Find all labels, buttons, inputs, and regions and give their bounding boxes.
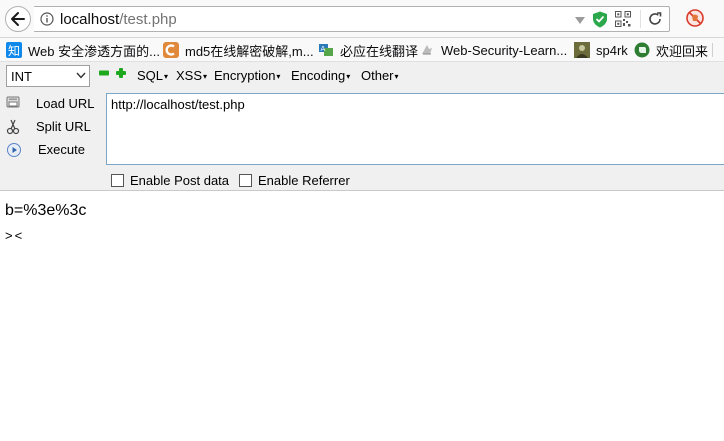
url-host: localhost	[60, 11, 120, 28]
plus-icon[interactable]	[116, 68, 126, 78]
info-icon[interactable]	[40, 12, 54, 26]
bookmark-label: 欢迎回来	[656, 43, 709, 59]
encryption-menu-label: Encryption	[214, 68, 276, 83]
encryption-menu[interactable]: Encryption▾	[214, 68, 280, 83]
other-menu-label: Other	[361, 68, 394, 83]
bookmark-label: Web-Security-Learn...	[441, 42, 568, 58]
md5-site-icon	[163, 42, 179, 58]
sql-menu[interactable]: SQL▾	[137, 68, 168, 83]
int-select-value: INT	[11, 69, 32, 84]
bookmark-web-security[interactable]: 知 Web 安全渗透方面的...	[6, 41, 160, 59]
avatar-icon	[574, 42, 590, 58]
back-button[interactable]	[5, 6, 31, 32]
bookmark-web-security-learning[interactable]: Web-Security-Learn...	[419, 41, 567, 59]
encoding-menu[interactable]: Encoding▾	[291, 68, 350, 83]
qr-code-icon[interactable]	[615, 11, 631, 27]
hackbar-panel: Load URL Split URL Execute http://localh…	[0, 90, 724, 191]
bookmark-label: md5在线解密破解,m...	[185, 43, 314, 59]
reload-icon[interactable]	[648, 12, 662, 26]
scissors-icon	[6, 119, 20, 135]
split-url-label: Split URL	[36, 119, 91, 134]
encoding-menu-label: Encoding	[291, 68, 346, 83]
bing-translate-icon: A	[318, 42, 334, 58]
enable-post-label: Enable Post data	[130, 173, 230, 188]
hackbar-url-textarea[interactable]: http://localhost/test.php	[106, 93, 724, 165]
evernote-icon	[634, 42, 650, 58]
chevron-down-icon	[76, 72, 86, 79]
bookmark-bing-translate[interactable]: A 必应在线翻译	[318, 41, 418, 59]
caret-down-icon: ▾	[394, 72, 399, 81]
enable-post-checkbox[interactable]: Enable Post data	[111, 173, 229, 188]
caret-down-icon: ▾	[164, 72, 169, 81]
enable-referrer-checkbox[interactable]: Enable Referrer	[239, 173, 350, 188]
page-output-rendered: ><	[5, 228, 25, 243]
bookmark-md5-decrypt[interactable]: md5在线解密破解,m...	[163, 41, 314, 59]
split-url-button[interactable]: Split URL	[0, 116, 100, 138]
execute-button[interactable]: Execute	[0, 139, 100, 161]
load-url-label: Load URL	[36, 96, 95, 111]
zhihu-icon: 知	[6, 42, 22, 58]
page-output-query: b=%3e%3c	[5, 202, 87, 219]
url-path: /test.php	[119, 11, 177, 28]
caret-down-icon: ▾	[346, 72, 351, 81]
back-arrow-icon	[11, 12, 25, 26]
bookmarks-separator	[712, 43, 713, 57]
hackbar-url-value: http://localhost/test.php	[111, 97, 245, 112]
minus-icon[interactable]	[99, 70, 109, 76]
address-text: localhost/test.php	[60, 11, 177, 28]
load-url-icon	[6, 96, 20, 108]
bookmark-label: 必应在线翻译	[340, 43, 419, 59]
bookmark-sp4rk[interactable]: sp4rk	[574, 41, 628, 59]
url-dropdown-icon[interactable]	[575, 17, 585, 24]
hackbar-toolbar: INT SQL▾ XSS▾ Encryption▾ Encoding▾ Othe…	[0, 62, 724, 90]
caret-down-icon: ▾	[203, 72, 208, 81]
int-select[interactable]: INT	[6, 65, 90, 87]
xss-menu-label: XSS	[176, 68, 203, 83]
svg-text:A: A	[321, 45, 326, 53]
xss-menu[interactable]: XSS▾	[176, 68, 207, 83]
play-icon	[7, 143, 21, 157]
checkbox-square[interactable]	[111, 174, 124, 187]
load-url-button[interactable]: Load URL	[0, 93, 100, 115]
other-menu[interactable]: Other▾	[361, 68, 399, 83]
bookmarks-toolbar: 知 Web 安全渗透方面的... md5在线解密破解,m... A 必应在线翻译…	[0, 38, 724, 62]
navigation-bar: localhost/test.php	[0, 0, 724, 38]
bookmark-welcome-back[interactable]: 欢迎回来	[634, 41, 708, 59]
sql-menu-label: SQL	[137, 68, 164, 83]
bookmark-label: sp4rk	[596, 42, 628, 58]
address-bar-divider	[640, 10, 641, 28]
address-bar[interactable]: localhost/test.php	[34, 6, 670, 32]
enable-referrer-label: Enable Referrer	[258, 173, 350, 188]
execute-label: Execute	[38, 142, 85, 157]
github-icon	[419, 42, 435, 58]
shield-icon[interactable]	[592, 11, 608, 28]
bookmark-label: Web 安全渗透方面的...	[28, 43, 160, 59]
checkbox-square[interactable]	[239, 174, 252, 187]
caret-down-icon: ▾	[276, 72, 281, 81]
blocker-addon-icon[interactable]	[686, 9, 704, 27]
